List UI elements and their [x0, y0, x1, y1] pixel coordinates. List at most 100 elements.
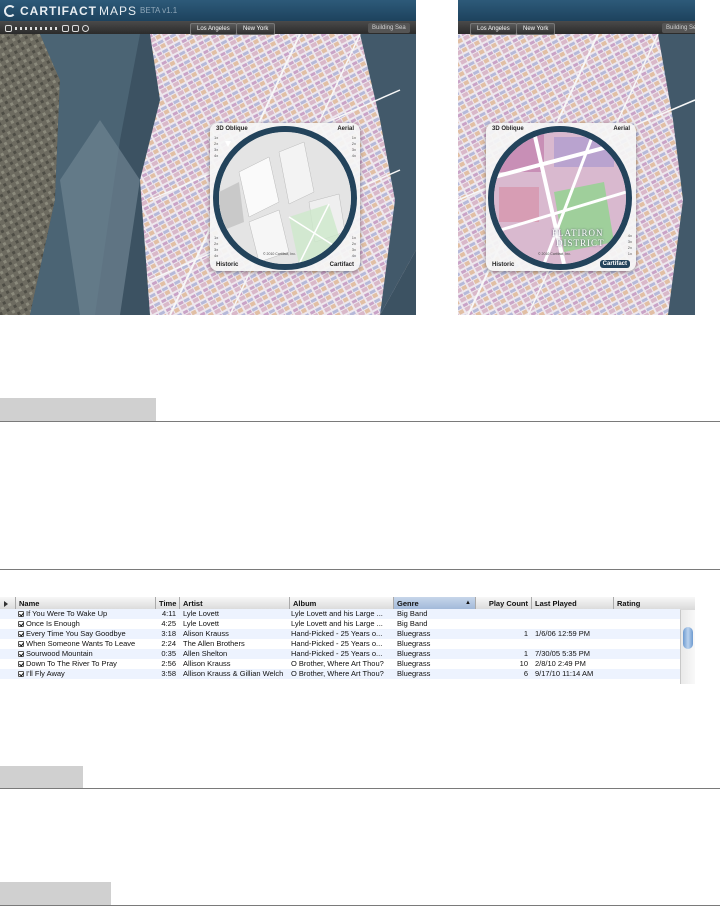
brand-name: CARTIFACT	[20, 3, 97, 18]
cell-name: Down To The River To Pray	[26, 659, 117, 668]
cell-time: 3:58	[161, 669, 176, 678]
cell-genre: Bluegrass	[397, 649, 431, 658]
track-checkbox[interactable]	[18, 651, 24, 657]
cell-artist: Alison Krauss	[183, 629, 229, 638]
app-logo: CARTIFACT MAPS BETA v1.1	[4, 3, 177, 18]
city-button-new-york[interactable]: New York	[236, 23, 276, 35]
cell-artist: Lyle Lovett	[183, 609, 219, 618]
cell-artist: Lyle Lovett	[183, 619, 219, 628]
cell-plays	[476, 619, 528, 629]
cell-album: O Brother, Where Art Thou?	[291, 659, 384, 668]
cell-time: 3:18	[161, 629, 176, 638]
cell-name: Once Is Enough	[26, 619, 80, 628]
cell-genre: Bluegrass	[397, 669, 431, 678]
map-screenshot-right: Los Angeles New York Building Sea 3D Obl…	[458, 0, 695, 315]
zoom-slider[interactable]	[15, 27, 59, 30]
district-label-line2: DISTRICT	[556, 238, 605, 248]
cell-last	[535, 639, 611, 649]
product-name: MAPS	[99, 3, 138, 18]
select-tool-icon[interactable]	[72, 25, 79, 32]
cell-genre: Bluegrass	[397, 659, 431, 668]
building-search-button[interactable]: Building Sea	[368, 23, 410, 33]
settings-icon[interactable]	[82, 25, 89, 32]
track-checkbox[interactable]	[18, 631, 24, 637]
cell-plays: 1	[523, 629, 528, 638]
play-indicator-icon[interactable]	[4, 601, 8, 607]
cell-last	[535, 609, 611, 619]
scale-4x[interactable]: 4x	[214, 153, 218, 159]
table-row[interactable]: If You Were To Wake Up 4:11 Lyle Lovett Lyl…	[0, 609, 680, 619]
cell-artist: Allen Shelton	[183, 649, 228, 658]
lens-scale-right[interactable]: 1x 2x 3x 4x	[352, 135, 356, 159]
track-checkbox[interactable]	[18, 671, 24, 677]
district-label-line1: FLATIRON	[552, 228, 604, 238]
track-checkbox[interactable]	[18, 611, 24, 617]
building-search-button[interactable]: Building Sea	[662, 23, 695, 33]
lens-scale-bottom-left[interactable]: 1x 2x 3x 4x	[214, 235, 218, 259]
cell-genre: Bluegrass	[397, 629, 431, 638]
cell-name: Sourwood Mountain	[26, 649, 93, 658]
cell-genre: Bluegrass	[397, 639, 431, 648]
cell-plays: 6	[523, 669, 528, 678]
cell-last: 2/8/10 2:49 PM	[535, 659, 586, 668]
cell-time: 2:56	[161, 659, 176, 668]
lens-scale-right[interactable]: 4x 3x 2x 1x	[628, 233, 632, 257]
cell-name: Every Time You Say Goodbye	[26, 629, 126, 638]
track-checkbox[interactable]	[18, 621, 24, 627]
table-row[interactable]: When Someone Wants To Leave 2:24 The Allen…	[0, 639, 680, 649]
city-button-new-york[interactable]: New York	[516, 23, 556, 35]
scale-4x[interactable]: 4x	[352, 253, 356, 259]
table-row[interactable]: Once Is Enough 4:25 Lyle Lovett Lyle Lovett…	[0, 619, 680, 629]
table-row[interactable]: I'll Fly Away 3:58 Allison Krauss & Gillia…	[0, 669, 680, 679]
track-checkbox[interactable]	[18, 641, 24, 647]
cell-time: 2:24	[161, 639, 176, 648]
cell-plays: 1	[523, 649, 528, 658]
section-tab-2	[0, 766, 83, 788]
scrollbar-thumb[interactable]	[683, 627, 693, 649]
cell-name: If You Were To Wake Up	[26, 609, 108, 618]
cell-artist: Allison Krauss	[183, 659, 231, 668]
table-row[interactable]: Sourwood Mountain 0:35 Allen Shelton Hand-P…	[0, 649, 680, 659]
table-row[interactable]: Down To The River To Pray 2:56 Allison Kra…	[0, 659, 680, 669]
zoom-in-icon[interactable]	[62, 25, 69, 32]
cell-last: 1/6/06 12:59 PM	[535, 629, 591, 638]
zoom-out-icon[interactable]	[5, 25, 12, 32]
cell-album: Hand-Picked - 25 Years o...	[291, 639, 383, 648]
scale-4x[interactable]: 4x	[352, 153, 356, 159]
city-button-los-angeles[interactable]: Los Angeles	[470, 23, 517, 35]
section-divider-3	[0, 788, 720, 789]
lens-credit: © 2010 Cartifact, Inc.	[263, 252, 296, 256]
cell-artist: The Allen Brothers	[183, 639, 245, 648]
lens-view-cartifact[interactable]: FLATIRON DISTRICT © 2010 Cartifact, Inc.	[488, 126, 632, 270]
cell-plays	[476, 609, 528, 619]
zoom-control[interactable]	[5, 24, 89, 33]
cell-album: Hand-Picked - 25 Years o...	[291, 649, 383, 658]
city-button-los-angeles[interactable]: Los Angeles	[190, 23, 237, 35]
column-genre-label: Genre	[397, 599, 419, 608]
cell-last: 9/17/10 11:14 AM	[535, 669, 594, 678]
section-divider-2	[0, 569, 720, 570]
cell-time: 4:25	[161, 619, 176, 628]
cell-album: Hand-Picked - 25 Years o...	[291, 629, 383, 638]
cell-artist: Allison Krauss & Gillian Welch	[183, 669, 284, 678]
cell-time: 0:35	[161, 649, 176, 658]
lens-scale-bottom-right[interactable]: 1x 2x 3x 4x	[352, 235, 356, 259]
title-bar	[458, 0, 695, 21]
section-divider-1	[0, 421, 720, 422]
cell-time: 4:11	[161, 609, 176, 618]
cell-name: When Someone Wants To Leave	[26, 639, 136, 648]
map-screenshot-left: CARTIFACT MAPS BETA v1.1 Los Angeles New…	[0, 0, 416, 315]
section-tab-1	[0, 398, 156, 421]
itunes-track-list[interactable]: Name Time Artist Album Genre ▲ Play Coun…	[0, 597, 695, 684]
cell-last	[535, 619, 611, 629]
track-checkbox[interactable]	[18, 661, 24, 667]
scale-4x[interactable]: 4x	[214, 253, 218, 259]
lens-credit: © 2010 Cartifact, Inc.	[538, 252, 571, 256]
cell-name: I'll Fly Away	[26, 669, 65, 678]
beta-label: BETA v1.1	[140, 6, 178, 15]
lens-scale-left[interactable]: 1x 2x 3x 4x	[214, 135, 218, 159]
vertical-scrollbar[interactable]	[680, 610, 695, 684]
table-row[interactable]: Every Time You Say Goodbye 3:18 Alison Kra…	[0, 629, 680, 639]
scale-1x[interactable]: 1x	[628, 251, 632, 257]
lens-view-3d[interactable]: © 2010 Cartifact, Inc.	[213, 126, 357, 270]
